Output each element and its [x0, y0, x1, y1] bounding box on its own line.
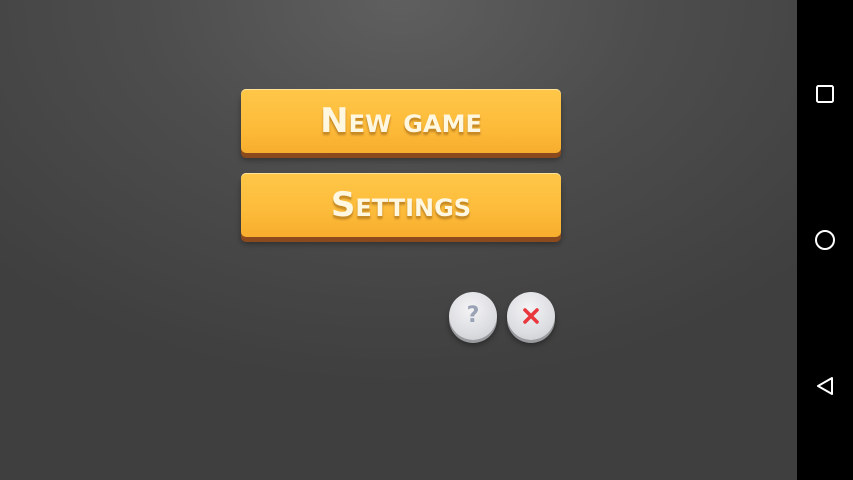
- back-button[interactable]: [797, 358, 853, 414]
- new-game-label: New game: [320, 101, 482, 141]
- circle-icon: [815, 230, 835, 250]
- square-icon: [816, 85, 834, 103]
- settings-label: Settings: [330, 185, 472, 225]
- close-button[interactable]: [507, 292, 555, 340]
- help-button[interactable]: ?: [449, 292, 497, 340]
- home-button[interactable]: [797, 212, 853, 268]
- new-game-button[interactable]: New game: [241, 89, 561, 153]
- settings-button[interactable]: Settings: [241, 173, 561, 237]
- question-icon: ?: [466, 303, 480, 328]
- close-icon: [523, 308, 539, 324]
- android-navigation-bar: [797, 0, 853, 480]
- recents-button[interactable]: [797, 66, 853, 122]
- triangle-back-icon: [817, 377, 833, 395]
- game-main-menu-screen: New game Settings ?: [0, 0, 797, 480]
